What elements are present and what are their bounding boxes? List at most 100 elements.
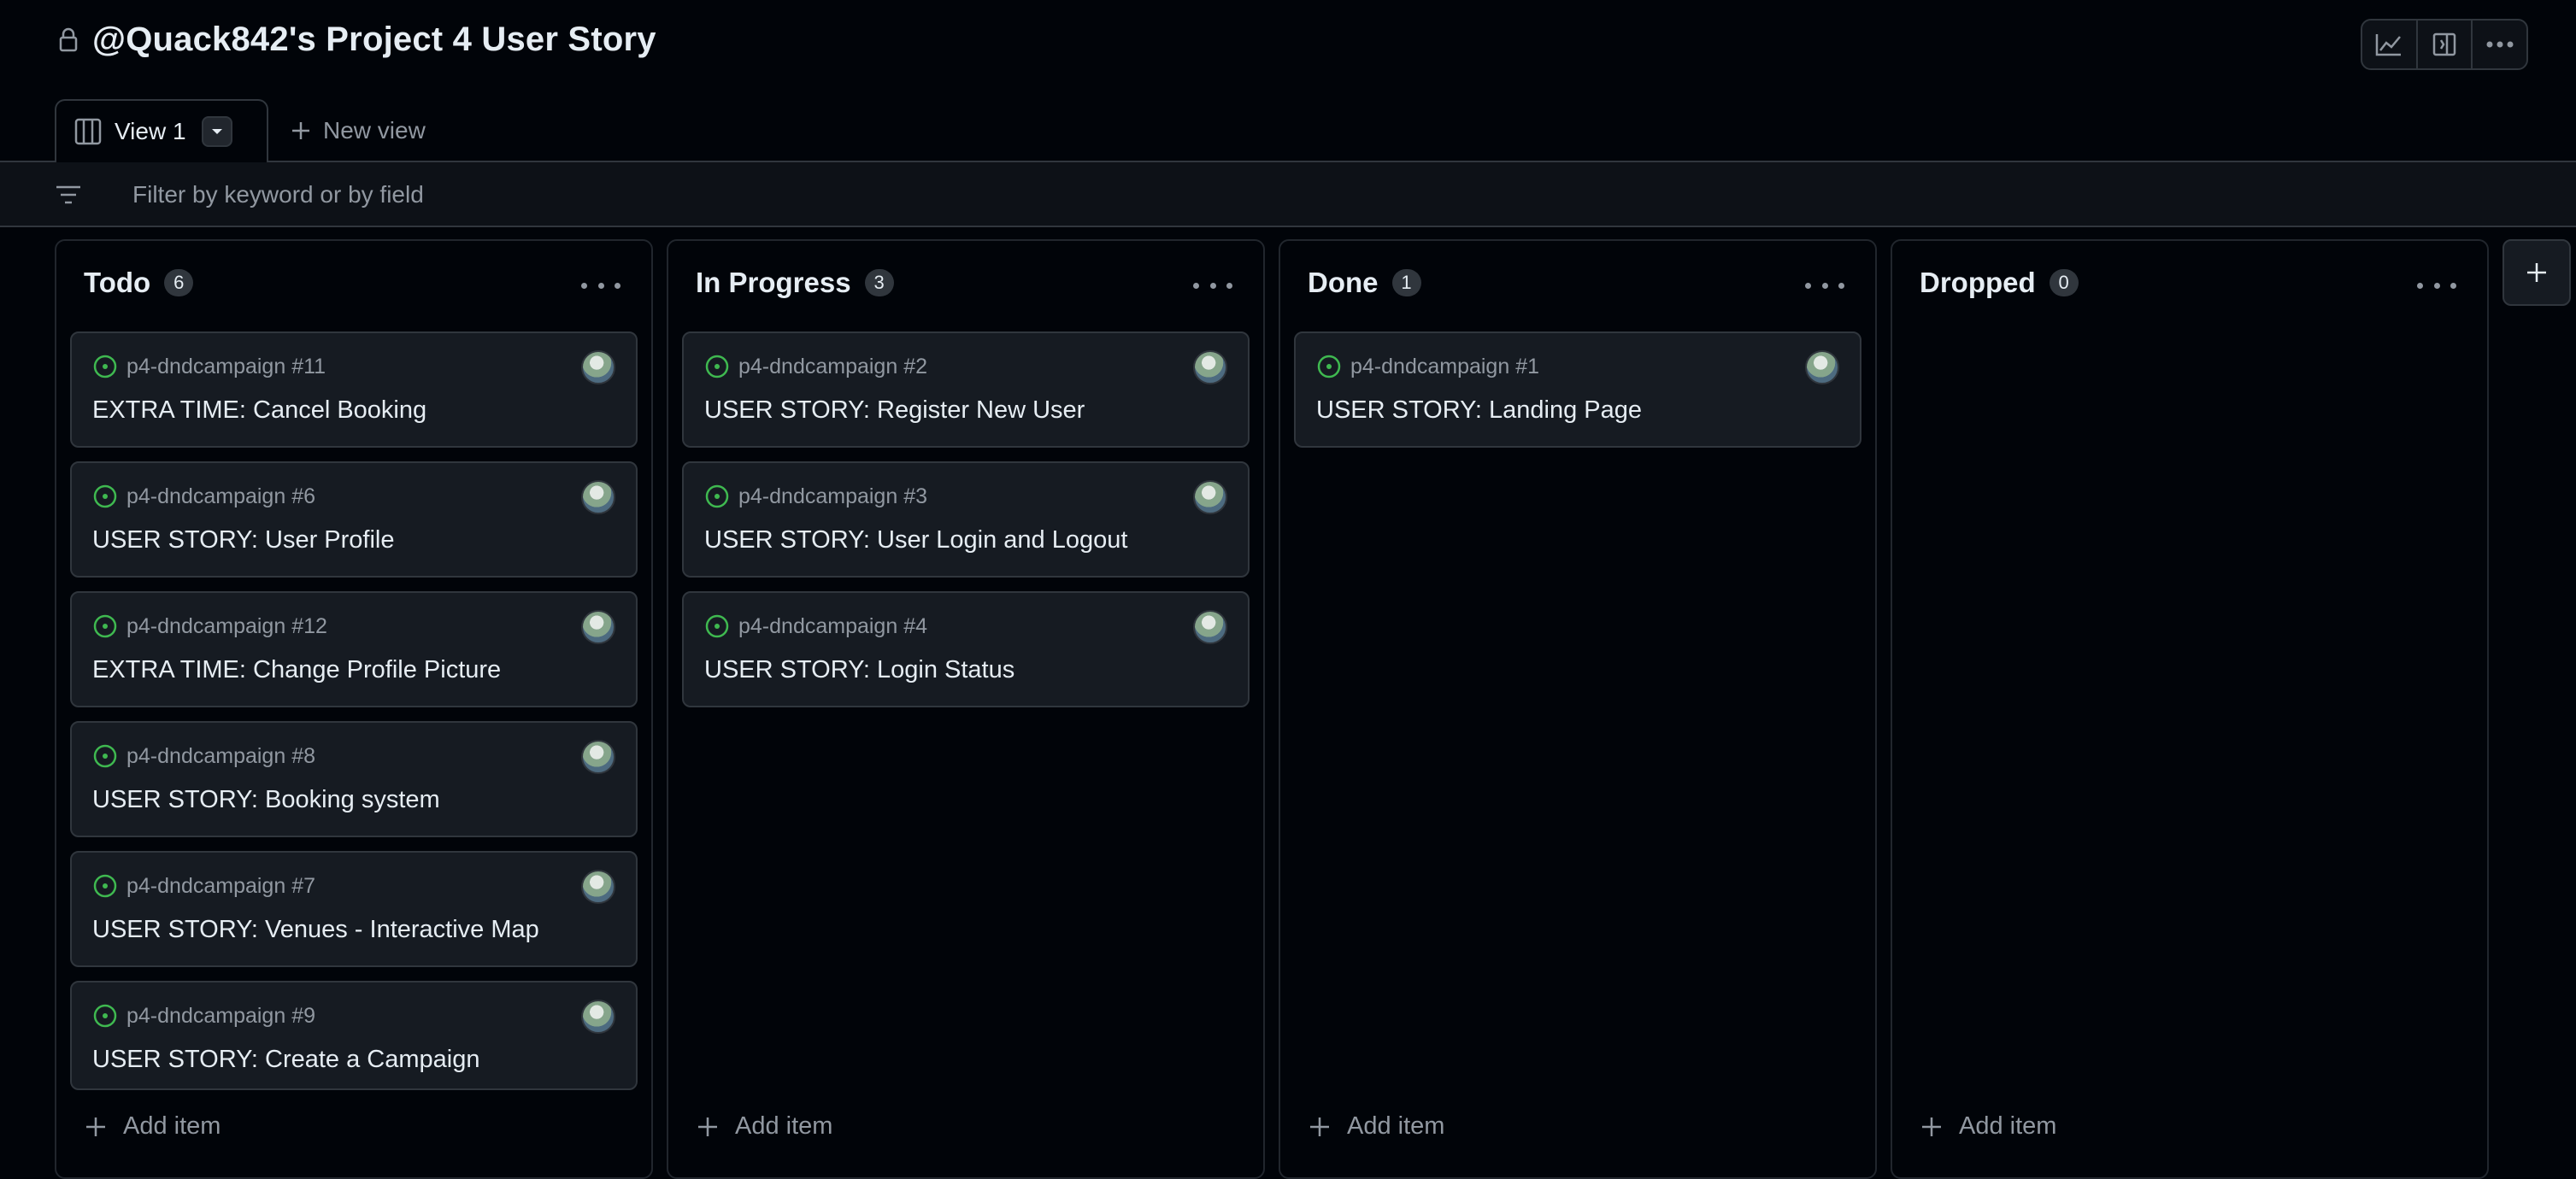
card-list: p4-dndcampaign #11 EXTRA TIME: Cancel Bo…	[70, 331, 638, 1104]
column-header: Todo 6	[84, 267, 194, 299]
plus-icon	[1310, 1117, 1329, 1136]
column-dropped: Dropped 0 Add item	[1891, 239, 2489, 1179]
add-item-button[interactable]: Add item	[84, 1112, 221, 1141]
column-count-badge: 1	[1391, 269, 1421, 296]
issue-opened-icon	[93, 874, 117, 898]
column-in-progress: In Progress 3 p4-dndcampaign #2 USER STO…	[667, 239, 1265, 1179]
new-view-button[interactable]: New view	[268, 99, 448, 162]
plus-icon	[1922, 1117, 1941, 1136]
plus-icon	[2527, 263, 2546, 282]
column-title: Dropped	[1920, 267, 2036, 298]
sidebar-icon	[2432, 32, 2456, 56]
lock-icon	[55, 24, 82, 56]
assignee-avatar[interactable]	[581, 740, 615, 774]
column-todo: Todo 6 p4-dndcampaign #11 EXTRA TIME: Ca…	[55, 239, 653, 1179]
assignee-avatar[interactable]	[1193, 610, 1227, 644]
assignee-avatar[interactable]	[581, 870, 615, 904]
add-item-button[interactable]: Add item	[1920, 1112, 2056, 1141]
issue-title[interactable]: EXTRA TIME: Change Profile Picture	[92, 656, 501, 684]
issue-card[interactable]: p4-dndcampaign #9 USER STORY: Create a C…	[70, 981, 638, 1090]
assignee-avatar[interactable]	[581, 1000, 615, 1034]
issue-title[interactable]: USER STORY: User Profile	[92, 526, 394, 554]
issue-opened-icon	[93, 614, 117, 638]
column-menu-button[interactable]	[2417, 275, 2456, 296]
more-options-button[interactable]	[2473, 21, 2526, 68]
issue-title[interactable]: USER STORY: Landing Page	[1316, 396, 1642, 425]
issue-card[interactable]: p4-dndcampaign #12 EXTRA TIME: Change Pr…	[70, 591, 638, 707]
chart-line-icon	[2376, 34, 2402, 56]
issue-title[interactable]: USER STORY: Create a Campaign	[92, 1046, 479, 1074]
project-title-group: @Quack842's Project 4 User Story	[55, 21, 656, 59]
issue-reference[interactable]: p4-dndcampaign #2	[738, 355, 927, 379]
board-icon	[74, 118, 102, 145]
add-item-label: Add item	[735, 1112, 833, 1140]
issue-card[interactable]: p4-dndcampaign #8 USER STORY: Booking sy…	[70, 721, 638, 837]
issue-title[interactable]: USER STORY: Venues - Interactive Map	[92, 916, 539, 944]
plus-icon	[292, 122, 309, 139]
issue-reference[interactable]: p4-dndcampaign #7	[126, 874, 315, 899]
issue-opened-icon	[1317, 355, 1341, 378]
issue-opened-icon	[93, 1004, 117, 1028]
issue-title[interactable]: USER STORY: User Login and Logout	[704, 526, 1127, 554]
issue-card[interactable]: p4-dndcampaign #11 EXTRA TIME: Cancel Bo…	[70, 331, 638, 448]
card-list: p4-dndcampaign #2 USER STORY: Register N…	[682, 331, 1250, 721]
issue-title[interactable]: EXTRA TIME: Cancel Booking	[92, 396, 426, 425]
issue-reference[interactable]: p4-dndcampaign #6	[126, 484, 315, 509]
assignee-avatar[interactable]	[581, 350, 615, 384]
column-header: Done 1	[1308, 267, 1421, 299]
assignee-avatar[interactable]	[1805, 350, 1839, 384]
issue-reference[interactable]: p4-dndcampaign #9	[126, 1004, 315, 1029]
add-item-label: Add item	[1347, 1112, 1445, 1140]
issue-card[interactable]: p4-dndcampaign #6 USER STORY: User Profi…	[70, 461, 638, 578]
issue-opened-icon	[93, 744, 117, 768]
column-done: Done 1 p4-dndcampaign #1 USER STORY: Lan…	[1279, 239, 1877, 1179]
side-panel-button[interactable]	[2418, 21, 2473, 68]
issue-reference[interactable]: p4-dndcampaign #4	[738, 614, 927, 639]
add-item-button[interactable]: Add item	[1308, 1112, 1444, 1141]
issue-card[interactable]: p4-dndcampaign #7 USER STORY: Venues - I…	[70, 851, 638, 967]
issue-reference[interactable]: p4-dndcampaign #3	[738, 484, 927, 509]
issue-title[interactable]: USER STORY: Login Status	[704, 656, 1015, 684]
filter-bar: Filter by keyword or by field	[0, 161, 2576, 227]
assignee-avatar[interactable]	[581, 610, 615, 644]
assignee-avatar[interactable]	[1193, 480, 1227, 514]
issue-title[interactable]: USER STORY: Booking system	[92, 786, 440, 814]
assignee-avatar[interactable]	[1193, 350, 1227, 384]
more-horizontal-icon	[2486, 41, 2514, 48]
issue-reference[interactable]: p4-dndcampaign #12	[126, 614, 327, 639]
plus-icon	[698, 1117, 717, 1136]
insights-button[interactable]	[2362, 21, 2418, 68]
issue-title[interactable]: USER STORY: Register New User	[704, 396, 1085, 425]
tab-label: View 1	[115, 118, 186, 144]
new-view-label: New view	[323, 117, 426, 144]
page-title: @Quack842's Project 4 User Story	[92, 21, 656, 58]
column-count-badge: 6	[164, 269, 194, 296]
column-count-badge: 3	[864, 269, 894, 296]
column-menu-button[interactable]	[581, 275, 620, 296]
issue-reference[interactable]: p4-dndcampaign #1	[1350, 355, 1539, 379]
issue-card[interactable]: p4-dndcampaign #1 USER STORY: Landing Pa…	[1294, 331, 1861, 448]
filter-input[interactable]: Filter by keyword or by field	[132, 181, 424, 208]
column-title: Done	[1308, 267, 1379, 298]
issue-card[interactable]: p4-dndcampaign #2 USER STORY: Register N…	[682, 331, 1250, 448]
column-menu-button[interactable]	[1193, 275, 1232, 296]
plus-icon	[86, 1117, 105, 1136]
column-title: Todo	[84, 267, 151, 298]
filter-icon[interactable]	[55, 181, 82, 213]
column-menu-button[interactable]	[1805, 275, 1844, 296]
view-options-button[interactable]	[201, 116, 232, 147]
issue-card[interactable]: p4-dndcampaign #4 USER STORY: Login Stat…	[682, 591, 1250, 707]
project-actions	[2361, 19, 2528, 70]
issue-reference[interactable]: p4-dndcampaign #8	[126, 744, 315, 769]
column-header: In Progress 3	[696, 267, 894, 299]
issue-reference[interactable]: p4-dndcampaign #11	[126, 355, 326, 379]
add-item-button[interactable]: Add item	[696, 1112, 832, 1141]
view-tabs: View 1 New view	[55, 99, 448, 162]
assignee-avatar[interactable]	[581, 480, 615, 514]
column-count-badge: 0	[2049, 269, 2079, 296]
tab-view-1[interactable]: View 1	[55, 99, 268, 162]
column-title: In Progress	[696, 267, 851, 298]
column-header: Dropped 0	[1920, 267, 2079, 299]
add-column-button[interactable]	[2502, 239, 2571, 306]
issue-card[interactable]: p4-dndcampaign #3 USER STORY: User Login…	[682, 461, 1250, 578]
